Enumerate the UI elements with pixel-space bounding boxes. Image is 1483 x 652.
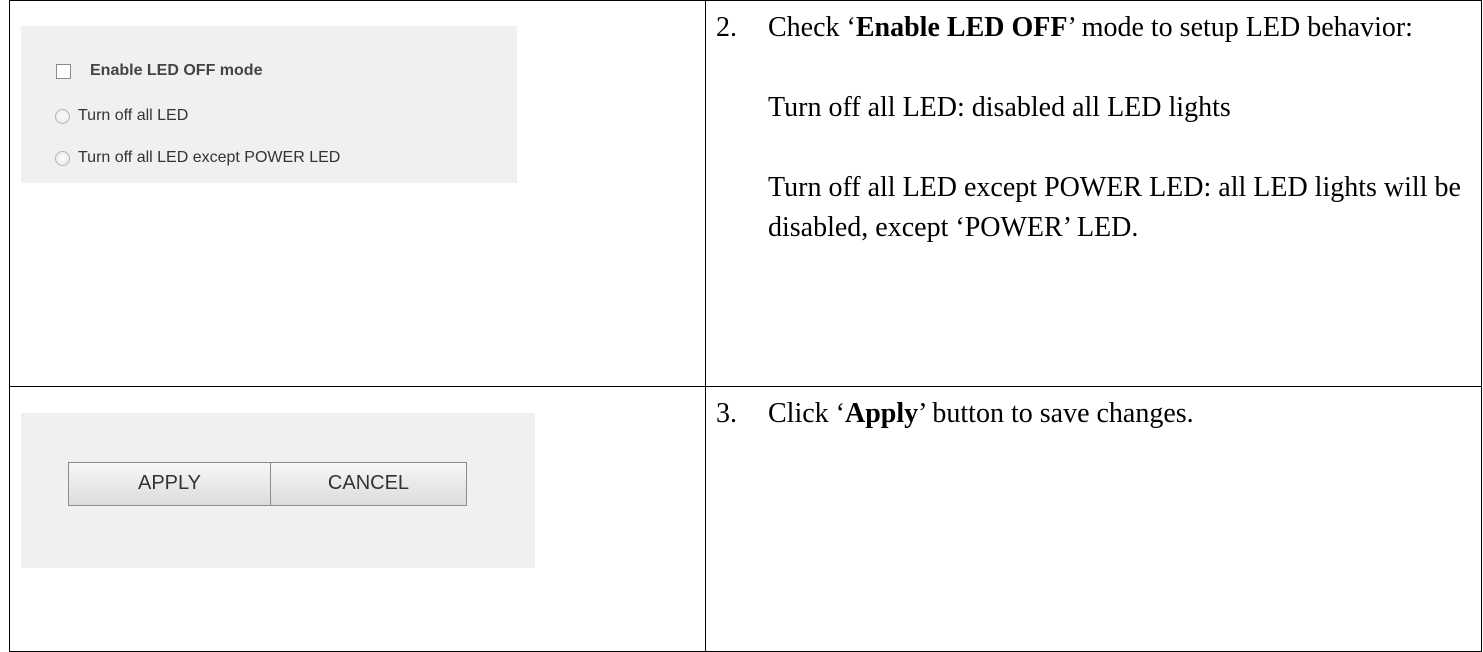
instruction-table: Enable LED OFF mode Turn off all LED Tur… — [9, 0, 1482, 652]
description-cell: 3. Click ‘Apply’ button to save changes. — [705, 385, 1483, 652]
step-3-body: Click ‘Apply’ button to save changes. — [768, 394, 1483, 434]
apply-button[interactable]: APPLY — [68, 461, 271, 506]
step-3-instruction: Click ‘Apply’ button to save changes. — [768, 397, 1194, 429]
turn-off-all-except-power-label: Turn off all LED except POWER LED — [78, 149, 341, 166]
led-settings-panel: Enable LED OFF mode Turn off all LED Tur… — [21, 26, 517, 183]
step-2-body: Check ‘Enable LED OFF’ mode to setup LED… — [768, 8, 1483, 248]
table-row: APPLY CANCEL 3. Click ‘Apply’ button to … — [9, 385, 1483, 652]
turn-off-all-led-radio[interactable] — [55, 108, 70, 124]
turn-off-all-led-option[interactable]: Turn off all LED — [55, 107, 188, 125]
description-cell: 2. Check ‘Enable LED OFF’ mode to setup … — [705, 0, 1483, 387]
step-number: 2. — [716, 12, 737, 43]
turn-off-all-except-power-radio[interactable] — [55, 150, 70, 166]
step-2-option-1-description: Turn off all LED: disabled all LED light… — [768, 92, 1231, 123]
enable-led-off-checkbox[interactable] — [56, 63, 71, 79]
turn-off-all-led-label: Turn off all LED — [78, 107, 189, 124]
emphasis-enable-led-off: Enable LED OFF — [855, 12, 1068, 43]
cancel-button[interactable]: CANCEL — [271, 461, 467, 506]
emphasis-apply: Apply — [845, 397, 919, 429]
enable-led-off-option[interactable]: Enable LED OFF mode — [56, 62, 262, 80]
button-group: APPLY CANCEL — [68, 461, 467, 506]
enable-led-off-label: Enable LED OFF mode — [90, 62, 263, 79]
turn-off-all-except-power-option[interactable]: Turn off all LED except POWER LED — [55, 149, 340, 167]
screenshot-cell: APPLY CANCEL — [9, 385, 706, 652]
screenshot-cell: Enable LED OFF mode Turn off all LED Tur… — [9, 0, 706, 387]
table-row: Enable LED OFF mode Turn off all LED Tur… — [9, 0, 1483, 387]
step-number: 3. — [716, 397, 737, 429]
step-2-instruction: Check ‘Enable LED OFF’ mode to setup LED… — [768, 12, 1413, 43]
step-2-option-2-description: Turn off all LED except POWER LED: all L… — [768, 172, 1461, 243]
button-panel: APPLY CANCEL — [21, 412, 535, 568]
